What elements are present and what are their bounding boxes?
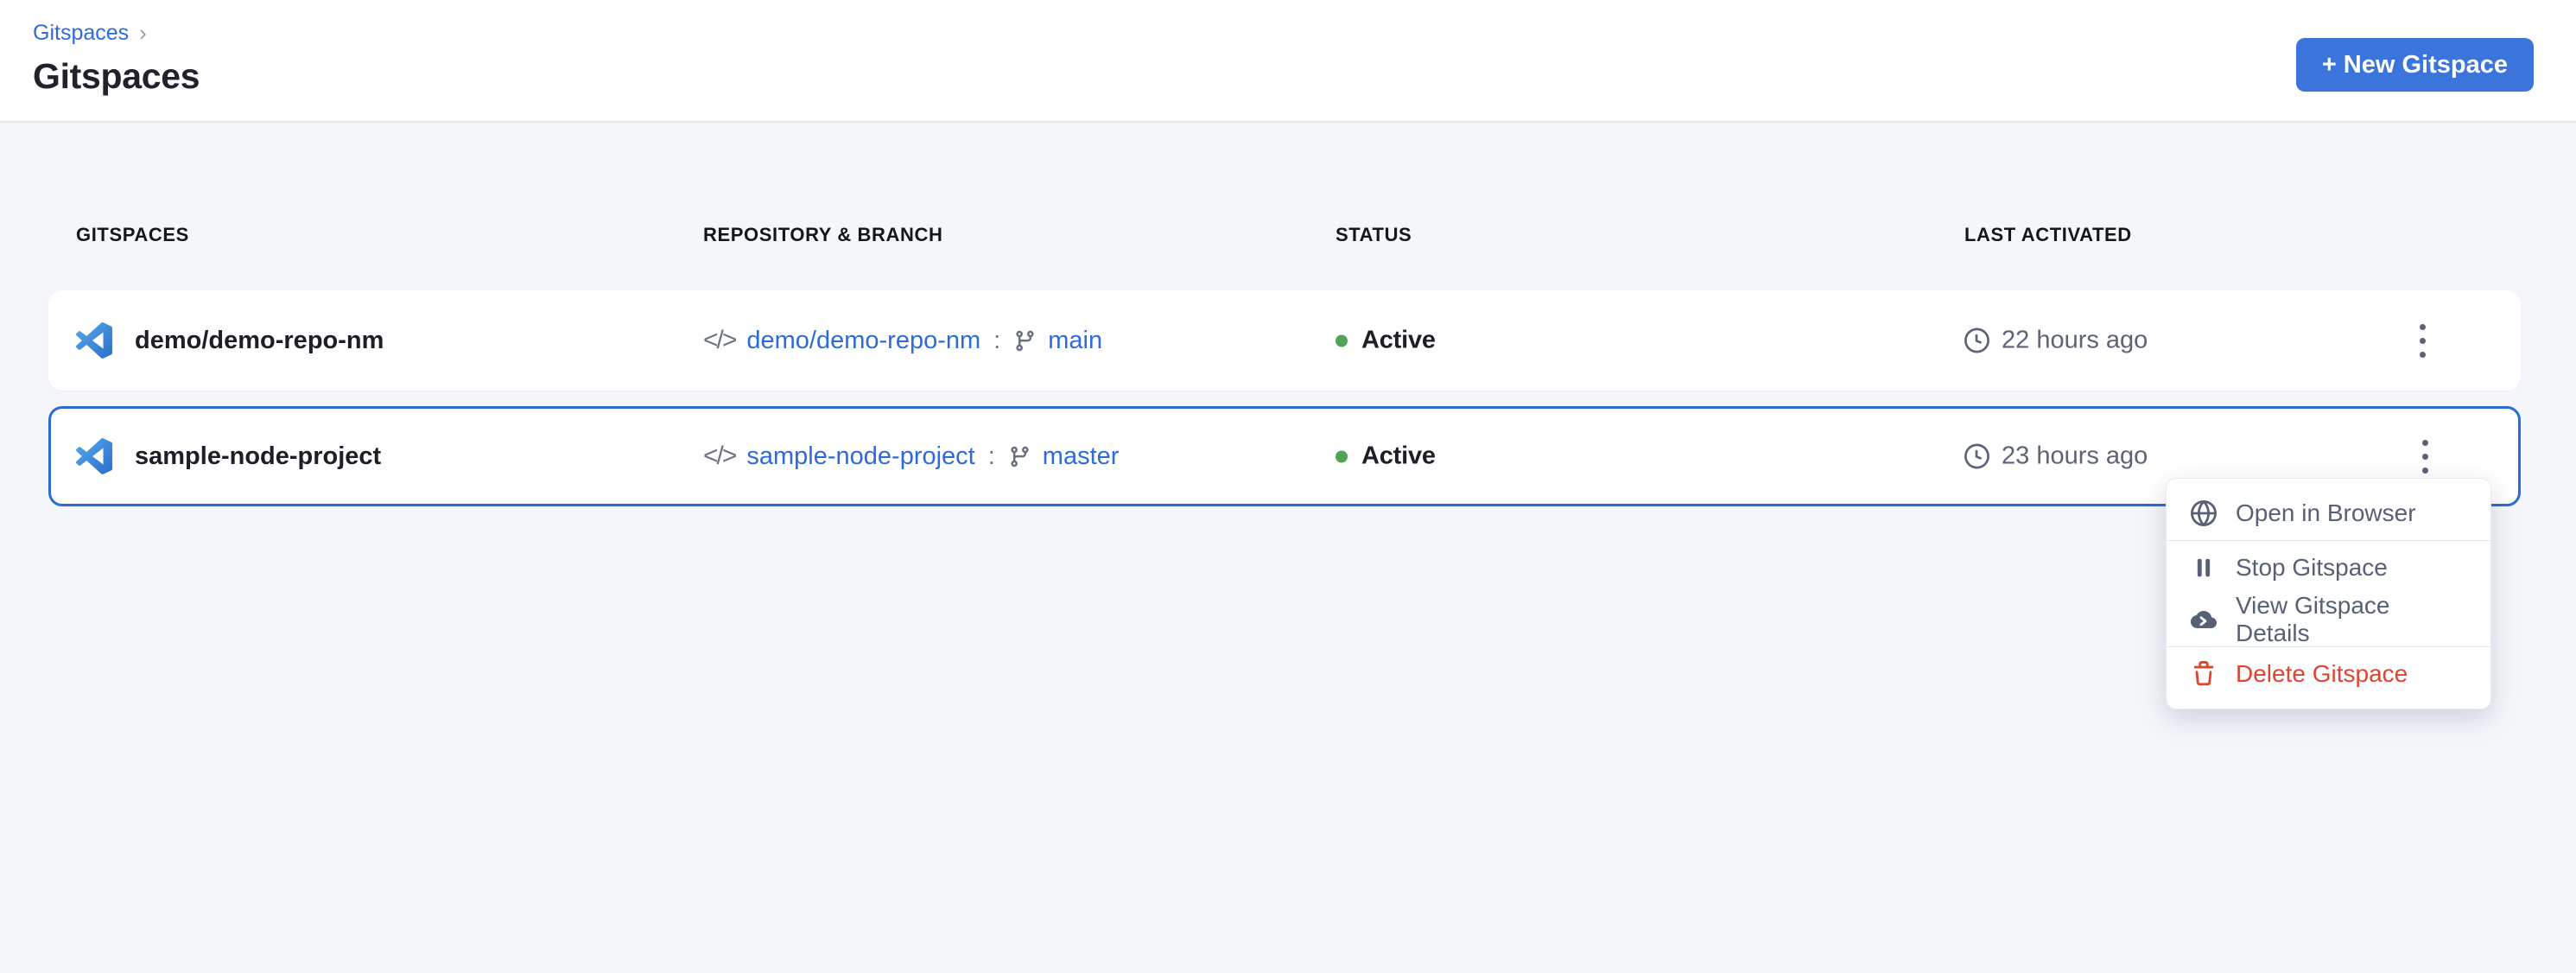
row-actions-kebab-menu-icon[interactable] xyxy=(2396,306,2448,375)
menu-item-view-gitspace-details[interactable]: View Gitspace Details xyxy=(2167,594,2490,645)
status-active-dot xyxy=(1336,450,1348,462)
repo-branch-separator: : xyxy=(992,327,1002,355)
last-activated-cell: 22 hours ago xyxy=(1964,327,2148,355)
last-activated-text: 23 hours ago xyxy=(2002,442,2148,471)
clock-icon xyxy=(1964,328,1989,353)
top-header-bar: Gitspaces › Gitspaces + New Gitspace xyxy=(0,0,2576,123)
repository-branch-cell: </> sample-node-project : master xyxy=(703,442,1119,471)
clock-icon xyxy=(1964,444,1989,469)
column-header-repository-branch: REPOSITORY & BRANCH xyxy=(703,224,942,246)
row-actions-context-menu: Open in Browser Stop Gitspace View Gitsp… xyxy=(2166,478,2491,709)
status-active-dot xyxy=(1336,334,1348,347)
repository-link[interactable]: sample-node-project xyxy=(746,442,974,471)
column-header-gitspaces: GITSPACES xyxy=(76,224,189,246)
table-row[interactable]: sample-node-project </> sample-node-proj… xyxy=(48,406,2521,506)
table-row[interactable]: demo/demo-repo-nm </> demo/demo-repo-nm … xyxy=(48,290,2521,391)
menu-item-stop-gitspace[interactable]: Stop Gitspace xyxy=(2167,542,2490,594)
branch-link[interactable]: main xyxy=(1048,327,1102,355)
status-cell: Active xyxy=(1336,442,1436,471)
table-body: demo/demo-repo-nm </> demo/demo-repo-nm … xyxy=(48,290,2521,506)
git-branch-icon xyxy=(1008,445,1031,468)
breadcrumb: Gitspaces › xyxy=(33,21,2576,46)
last-activated-cell: 23 hours ago xyxy=(1964,442,2148,471)
last-activated-text: 22 hours ago xyxy=(2002,327,2148,355)
globe-icon xyxy=(2189,499,2218,528)
repository-link[interactable]: demo/demo-repo-nm xyxy=(746,327,980,355)
code-icon: </> xyxy=(703,326,735,355)
gitspace-name: demo/demo-repo-nm xyxy=(135,327,384,355)
menu-item-label: Open in Browser xyxy=(2236,499,2416,527)
cloud-icon xyxy=(2189,605,2218,634)
trash-icon xyxy=(2189,659,2218,689)
menu-item-open-in-browser[interactable]: Open in Browser xyxy=(2167,487,2490,539)
menu-item-label: Delete Gitspace xyxy=(2236,660,2408,688)
gitspaces-table: GITSPACES REPOSITORY & BRANCH STATUS LAS… xyxy=(48,224,2521,506)
breadcrumb-link-gitspaces[interactable]: Gitspaces xyxy=(33,21,129,46)
menu-divider xyxy=(2167,540,2490,541)
status-label: Active xyxy=(1361,327,1436,355)
new-gitspace-button[interactable]: + New Gitspace xyxy=(2296,38,2534,92)
page-title: Gitspaces xyxy=(33,56,2576,97)
code-icon: </> xyxy=(703,442,735,471)
column-header-status: STATUS xyxy=(1336,224,1412,246)
gitspace-name: sample-node-project xyxy=(135,442,381,471)
vscode-icon xyxy=(76,322,112,359)
repo-branch-separator: : xyxy=(987,442,997,471)
status-cell: Active xyxy=(1336,327,1436,355)
gitspace-name-cell: demo/demo-repo-nm xyxy=(76,322,384,359)
repository-branch-cell: </> demo/demo-repo-nm : main xyxy=(703,326,1102,355)
status-label: Active xyxy=(1361,442,1436,471)
git-branch-icon xyxy=(1013,329,1037,353)
menu-item-delete-gitspace[interactable]: Delete Gitspace xyxy=(2167,648,2490,700)
menu-item-label: View Gitspace Details xyxy=(2236,592,2468,647)
chevron-right-icon: › xyxy=(139,22,147,44)
vscode-icon xyxy=(76,438,112,474)
column-header-last-activated: LAST ACTIVATED xyxy=(1964,224,2132,246)
gitspace-name-cell: sample-node-project xyxy=(76,438,381,474)
pause-icon xyxy=(2189,553,2218,582)
menu-item-label: Stop Gitspace xyxy=(2236,554,2388,582)
branch-link[interactable]: master xyxy=(1043,442,1120,471)
table-header-row: GITSPACES REPOSITORY & BRANCH STATUS LAS… xyxy=(48,224,2521,250)
